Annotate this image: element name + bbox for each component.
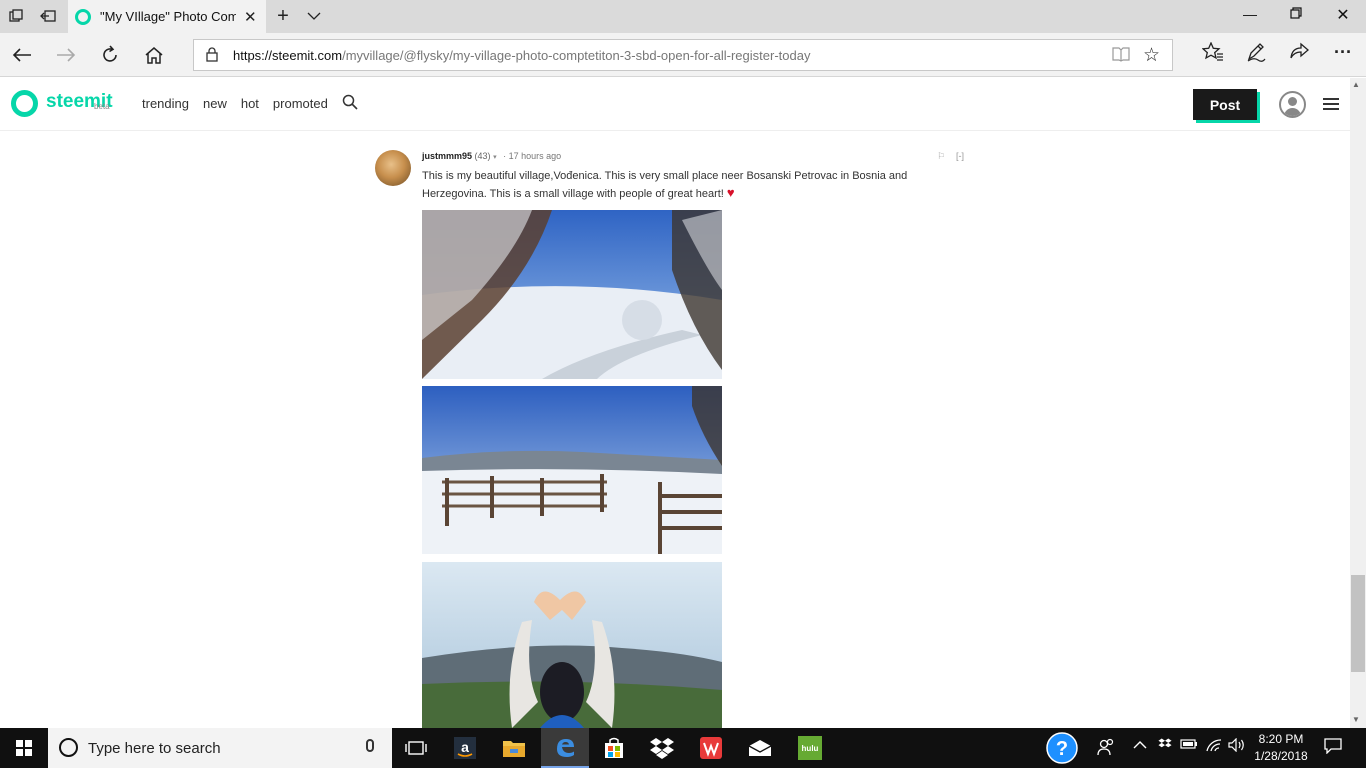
url-path: /myvillage/@flysky/my-village-photo-comp… bbox=[342, 48, 811, 63]
notification-icon[interactable] bbox=[1324, 738, 1342, 757]
scroll-up-arrow[interactable]: ▲ bbox=[1352, 80, 1360, 89]
comment-text-line1: This is my beautiful village,Vođenica. T… bbox=[422, 170, 908, 182]
tray-chevron-icon[interactable] bbox=[1133, 738, 1147, 753]
address-bar-row: https://steemit.com/myvillage/@flysky/my… bbox=[0, 33, 1366, 77]
url-text: https://steemit.com/myvillage/@flysky/my… bbox=[233, 48, 810, 63]
store-icon[interactable] bbox=[590, 728, 638, 768]
lock-icon bbox=[206, 47, 218, 62]
hamburger-menu-icon[interactable] bbox=[1323, 98, 1339, 110]
people-icon[interactable] bbox=[1097, 738, 1115, 759]
windows-start-icon[interactable] bbox=[0, 728, 48, 768]
collapse-button[interactable]: [-] bbox=[956, 151, 964, 161]
reading-view-icon[interactable] bbox=[1112, 46, 1130, 66]
minimize-icon[interactable]: — bbox=[1239, 6, 1261, 22]
edge-icon[interactable] bbox=[541, 728, 589, 768]
tab-active[interactable]: "My VIllage" Photo Com ✕ bbox=[68, 0, 266, 33]
comment-photo-snowy-road[interactable] bbox=[422, 210, 722, 379]
comment-text-line2: Herzegovina. This is a small village wit… bbox=[422, 188, 724, 200]
comment-time-text: 17 hours ago bbox=[508, 151, 562, 161]
back-icon[interactable] bbox=[9, 42, 35, 68]
site-nav: trending new hot promoted bbox=[142, 96, 328, 111]
comment-author[interactable]: justmmm95 bbox=[422, 151, 472, 161]
volume-icon[interactable] bbox=[1228, 737, 1246, 755]
home-icon[interactable] bbox=[141, 42, 167, 68]
nav-hot[interactable]: hot bbox=[241, 96, 259, 111]
search-placeholder: Type here to search bbox=[88, 740, 221, 757]
nav-promoted[interactable]: promoted bbox=[273, 96, 328, 111]
clock-time: 8:20 PM bbox=[1258, 732, 1304, 746]
heart-icon: ♥ bbox=[726, 185, 735, 200]
svg-text:?: ? bbox=[1056, 738, 1068, 760]
comment-photo-snowy-fence[interactable] bbox=[422, 386, 722, 554]
logo-beta-badge: beta bbox=[94, 102, 110, 111]
dropbox-tray-icon[interactable] bbox=[1158, 738, 1172, 753]
nav-trending[interactable]: trending bbox=[142, 96, 189, 111]
window-close-icon[interactable]: ✕ bbox=[1332, 5, 1354, 25]
help-icon[interactable]: ? bbox=[1046, 732, 1078, 767]
favorites-hub-icon[interactable] bbox=[1200, 41, 1226, 67]
steemit-logo-icon bbox=[11, 90, 38, 117]
file-explorer-icon[interactable] bbox=[490, 728, 538, 768]
avatar[interactable] bbox=[375, 150, 411, 186]
comment-header: justmmm95 (43) ▾ · 17 hours ago bbox=[422, 151, 561, 161]
hulu-label: hulu bbox=[798, 736, 822, 760]
search-icon[interactable] bbox=[342, 94, 358, 110]
favorite-star-icon[interactable]: ☆ bbox=[1143, 44, 1160, 67]
more-icon[interactable]: ··· bbox=[1330, 42, 1356, 63]
back-tabs-icon[interactable] bbox=[37, 6, 59, 26]
cortana-icon bbox=[59, 738, 78, 757]
wps-office-icon[interactable] bbox=[687, 728, 735, 768]
comment-time[interactable]: · 17 hours ago bbox=[503, 151, 561, 161]
scroll-down-arrow[interactable]: ▼ bbox=[1352, 715, 1360, 724]
forward-icon[interactable] bbox=[53, 42, 79, 68]
chevron-down-icon[interactable]: ▾ bbox=[493, 154, 497, 161]
mail-icon[interactable] bbox=[736, 728, 784, 768]
amazon-icon[interactable]: a bbox=[441, 728, 489, 768]
post-button[interactable]: Post bbox=[1193, 89, 1257, 120]
refresh-icon[interactable] bbox=[97, 42, 123, 68]
restore-icon[interactable] bbox=[1285, 6, 1307, 22]
site-header: steemit beta trending new hot promoted P… bbox=[0, 78, 1350, 131]
url-host: https://steemit.com bbox=[233, 48, 343, 63]
steemit-favicon bbox=[75, 8, 91, 25]
scrollbar-thumb[interactable] bbox=[1351, 575, 1365, 672]
taskbar-clock[interactable]: 8:20 PM 1/28/2018 bbox=[1248, 731, 1314, 765]
taskbar-search[interactable]: Type here to search bbox=[48, 728, 392, 768]
tab-close-icon[interactable]: ✕ bbox=[244, 8, 257, 26]
svg-text:a: a bbox=[461, 739, 469, 755]
windows-taskbar: Type here to search a hulu ? 8:20 PM 1/2… bbox=[0, 728, 1366, 768]
hulu-icon[interactable]: hulu bbox=[786, 728, 834, 768]
pen-icon[interactable] bbox=[1243, 42, 1269, 67]
tab-list-icon[interactable] bbox=[303, 6, 325, 26]
tab-title: "My VIllage" Photo Com bbox=[100, 9, 236, 24]
comment-photo-heart-hands[interactable] bbox=[422, 562, 722, 728]
battery-icon[interactable] bbox=[1180, 738, 1198, 753]
wifi-icon[interactable] bbox=[1205, 738, 1223, 755]
nav-new[interactable]: new bbox=[203, 96, 227, 111]
share-icon[interactable] bbox=[1286, 42, 1312, 65]
url-field[interactable]: https://steemit.com/myvillage/@flysky/my… bbox=[193, 39, 1173, 71]
new-tab-icon[interactable]: + bbox=[272, 5, 294, 27]
task-view-icon[interactable] bbox=[392, 728, 440, 768]
clock-date: 1/28/2018 bbox=[1254, 749, 1308, 763]
microphone-icon[interactable] bbox=[366, 739, 374, 752]
tab-actions-icon[interactable] bbox=[5, 6, 27, 26]
dropbox-icon[interactable] bbox=[638, 728, 686, 768]
browser-tab-bar: "My VIllage" Photo Com ✕ + — ✕ bbox=[0, 0, 1366, 33]
author-reputation: (43) bbox=[474, 151, 491, 161]
comment-body: This is my beautiful village,Vođenica. T… bbox=[422, 167, 932, 203]
flag-icon[interactable]: ⚐ bbox=[937, 151, 945, 162]
user-icon[interactable] bbox=[1279, 91, 1306, 118]
